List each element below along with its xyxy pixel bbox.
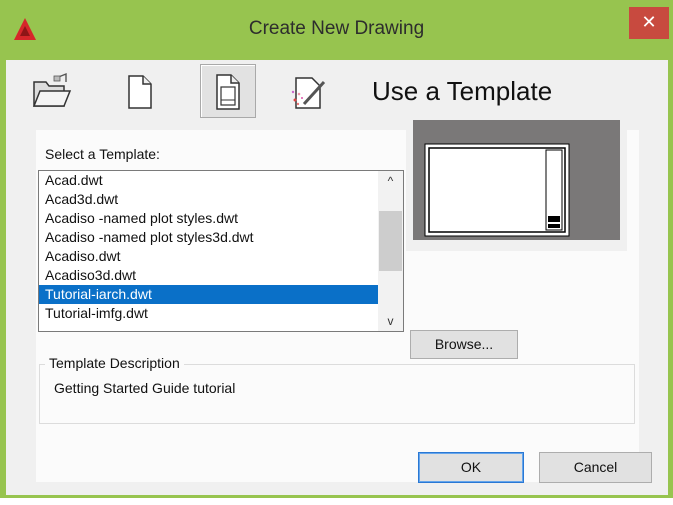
mode-heading: Use a Template: [372, 76, 553, 106]
scroll-up-icon[interactable]: ^: [378, 171, 403, 191]
template-description-title: Template Description: [45, 355, 184, 371]
template-list-item[interactable]: Acadiso.dwt: [39, 247, 403, 266]
scroll-down-icon[interactable]: v: [378, 311, 403, 331]
template-list-item[interactable]: Tutorial-iarch.dwt: [39, 284, 379, 305]
template-list-item[interactable]: Acad3d.dwt: [39, 190, 403, 209]
template-list-item[interactable]: Acad.dwt: [39, 171, 403, 190]
browse-button[interactable]: Browse...: [410, 330, 518, 359]
window-title: Create New Drawing: [248, 18, 425, 39]
template-description-text: Getting Started Guide tutorial: [54, 380, 236, 396]
create-new-drawing-dialog: Create New Drawing ✕ Use a Template Sele…: [0, 0, 673, 498]
template-preview: [406, 110, 627, 251]
wizard-icon: [291, 77, 326, 109]
cancel-button[interactable]: Cancel: [539, 452, 652, 483]
scroll-thumb[interactable]: [379, 211, 402, 271]
template-list-item[interactable]: Acadiso3d.dwt: [39, 266, 403, 285]
template-list-item[interactable]: Acadiso -named plot styles.dwt: [39, 209, 403, 228]
open-folder-icon: [32, 72, 72, 107]
open-drawing-button[interactable]: [26, 64, 80, 116]
preview-background: [413, 120, 620, 240]
list-scrollbar[interactable]: ^ v: [378, 171, 403, 331]
ok-button[interactable]: OK: [418, 452, 524, 483]
start-from-scratch-button[interactable]: [112, 64, 166, 116]
template-list-item[interactable]: Tutorial-imfg.dwt: [39, 304, 403, 323]
select-template-label: Select a Template:: [45, 146, 160, 162]
use-wizard-button[interactable]: [282, 64, 336, 116]
blank-page-icon: [128, 75, 152, 109]
template-preview-thumbnail: [424, 143, 570, 237]
use-template-button[interactable]: [200, 64, 256, 118]
title-bar[interactable]: Create New Drawing ✕: [0, 0, 673, 60]
template-listbox[interactable]: Acad.dwt Acad3d.dwt Acadiso -named plot st…: [38, 170, 404, 332]
template-page-icon: [216, 74, 240, 110]
template-list-item[interactable]: Acadiso -named plot styles3d.dwt: [39, 228, 403, 247]
close-button[interactable]: ✕: [629, 7, 669, 39]
